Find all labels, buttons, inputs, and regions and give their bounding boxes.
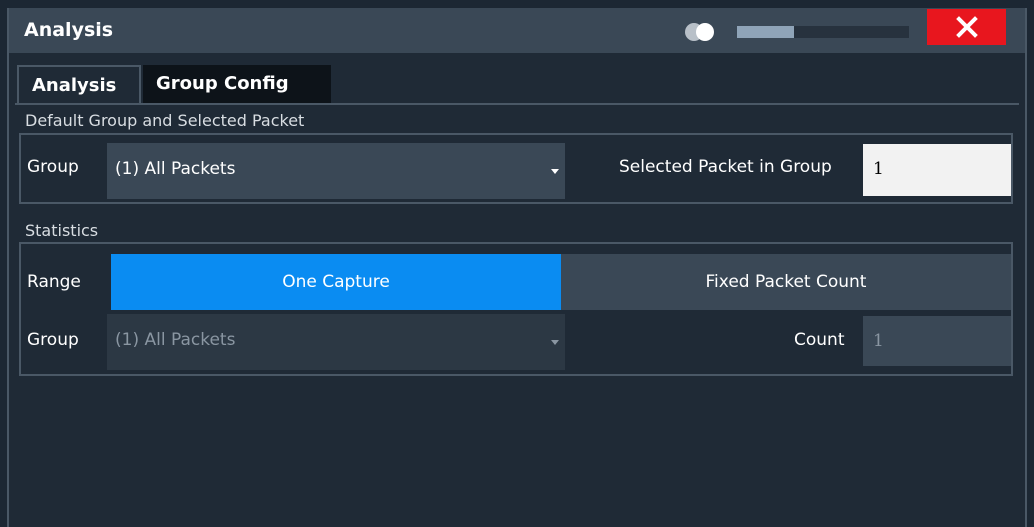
tab-group-config[interactable]: Group Config [143, 65, 331, 103]
selected-packet-input[interactable]: 1 [863, 144, 1011, 196]
count-input[interactable]: 1 [863, 316, 1011, 366]
toggle-circles-icon[interactable] [685, 23, 723, 41]
group-dropdown-value: (1) All Packets [115, 159, 236, 179]
range-label: Range [27, 272, 81, 292]
close-button[interactable] [927, 9, 1006, 45]
group-label: Group [27, 157, 79, 177]
chevron-down-icon [551, 340, 559, 345]
progress-fill [737, 26, 794, 38]
dialog-title: Analysis [24, 19, 114, 41]
statistics-group-dropdown[interactable]: (1) All Packets [107, 314, 565, 370]
title-bar: Analysis [9, 8, 1025, 53]
analysis-dialog: Analysis Analysis Group Config Default G… [7, 8, 1027, 527]
tab-analysis[interactable]: Analysis [17, 65, 141, 105]
progress-bar [737, 26, 909, 38]
statistics-group-value: (1) All Packets [115, 330, 236, 350]
chevron-down-icon [551, 169, 559, 174]
section-label-statistics: Statistics [25, 221, 99, 240]
tab-panel: Default Group and Selected Packet Group … [15, 103, 1019, 521]
statistics-group-label: Group [27, 330, 79, 350]
selected-packet-label: Selected Packet in Group [619, 157, 832, 177]
group-dropdown[interactable]: (1) All Packets [107, 143, 565, 199]
count-label: Count [794, 330, 845, 350]
section-label-default-group: Default Group and Selected Packet [25, 111, 305, 130]
range-option-one-capture[interactable]: One Capture [111, 254, 561, 310]
close-x-icon [955, 16, 978, 38]
default-group-box: Group (1) All Packets Selected Packet in… [19, 133, 1013, 204]
statistics-box: Range One Capture Fixed Packet Count Gro… [19, 242, 1013, 376]
range-option-fixed-packet-count[interactable]: Fixed Packet Count [561, 254, 1011, 310]
